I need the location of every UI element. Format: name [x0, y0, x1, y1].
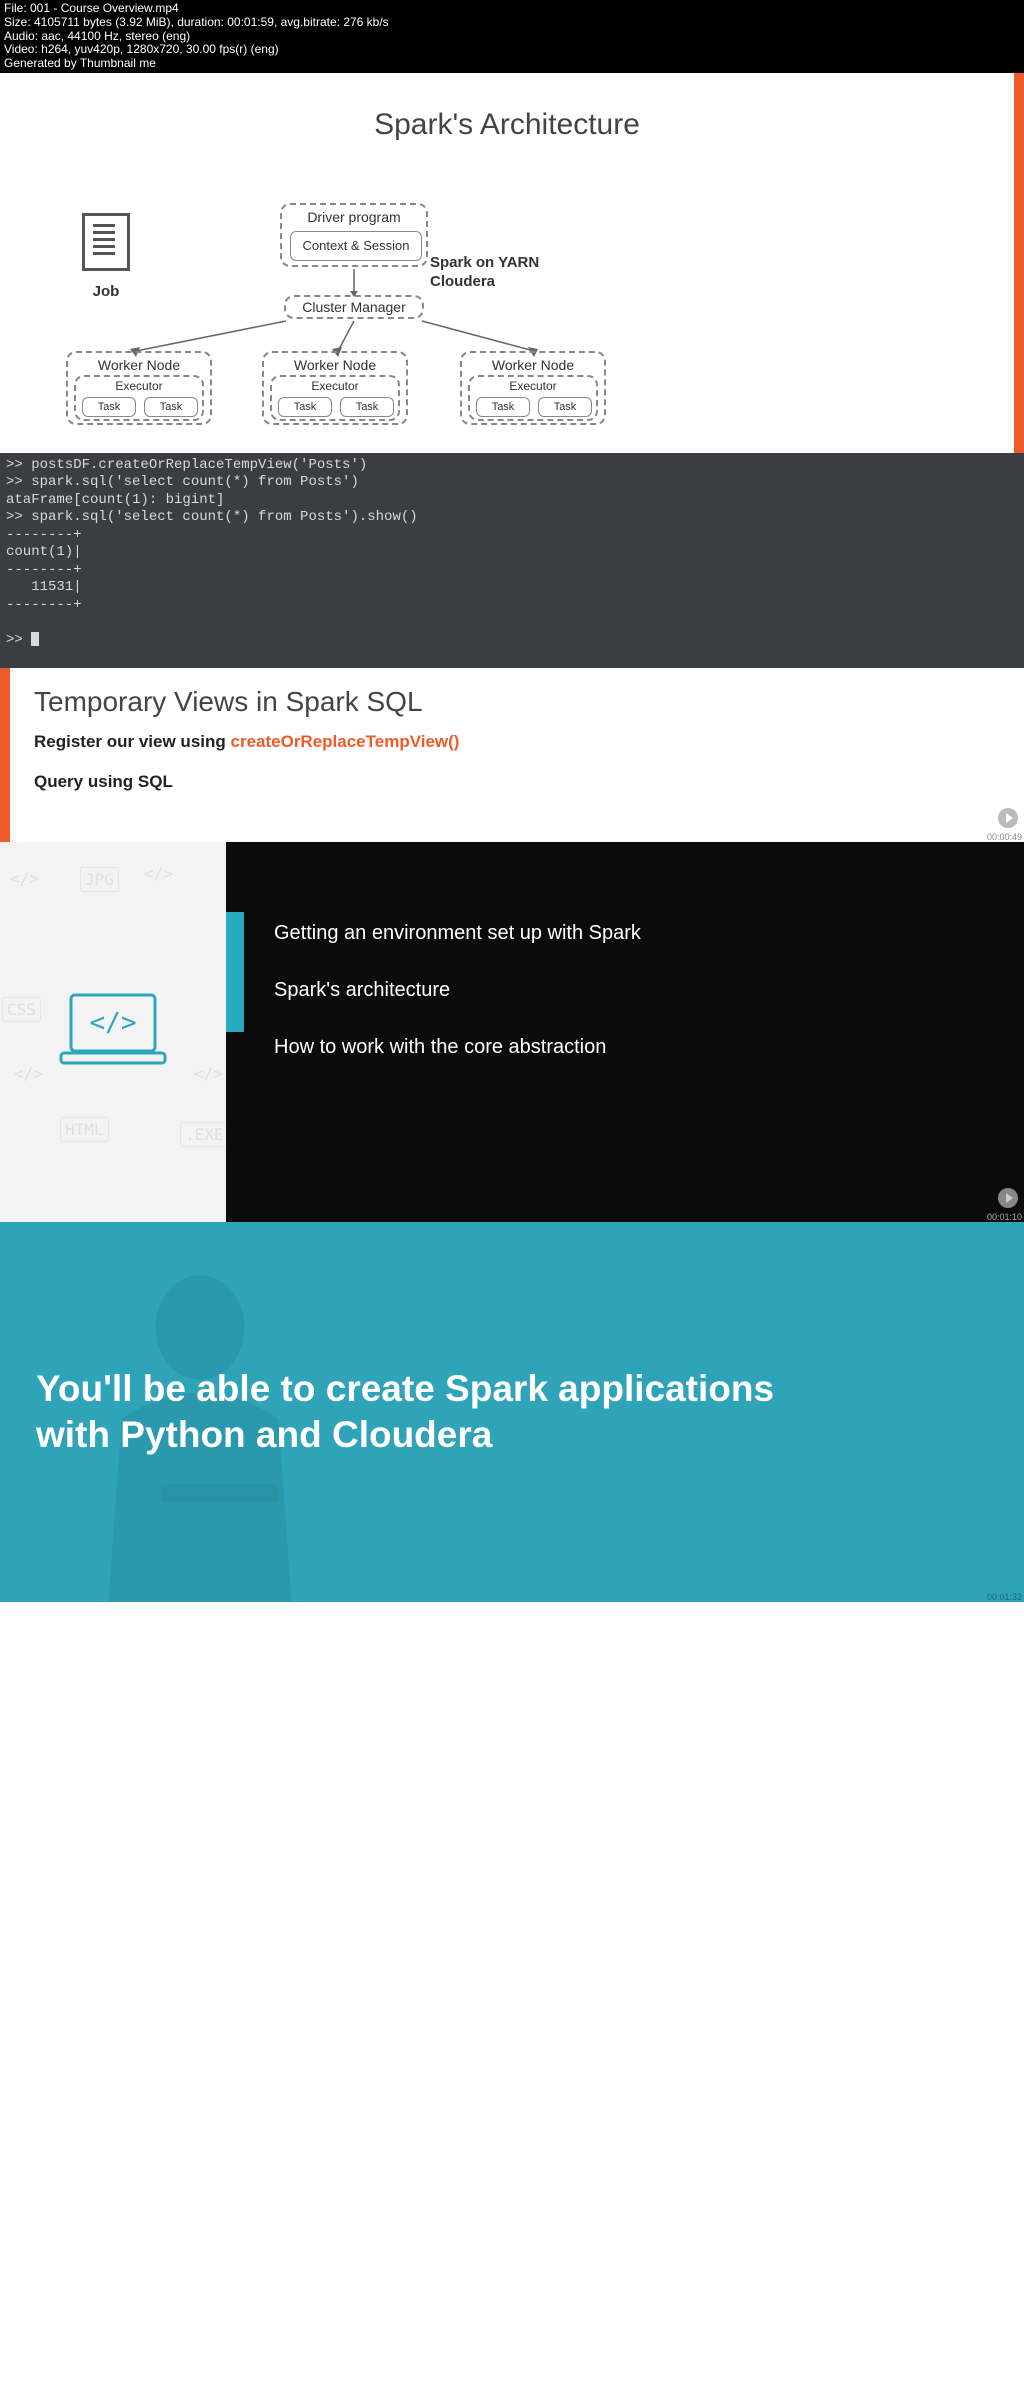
- terminal-cursor-icon: [31, 632, 39, 646]
- context-session-box: Context & Session: [290, 231, 422, 261]
- timestamp: 00:00:49: [987, 832, 1022, 842]
- worker-node-box-3: Worker Node Executor Task Task: [460, 351, 606, 425]
- executor-box-3: Executor Task Task: [468, 375, 598, 421]
- job-document-icon: [82, 213, 130, 271]
- sql-description: Temporary Views in Spark SQL Register ou…: [0, 668, 1024, 842]
- worker-node-box-2: Worker Node Executor Task Task: [262, 351, 408, 425]
- svg-text:</>: </>: [90, 1008, 137, 1038]
- topic-item-1: Getting an environment set up with Spark: [274, 922, 994, 945]
- timestamp: 00:01:32: [987, 1592, 1022, 1602]
- architecture-slide: Spark's Architecture Job Spark on YARN C…: [0, 73, 1024, 453]
- task-box: Task: [340, 397, 394, 417]
- topics-graphic-panel: JPG </> </> CSS </> </> HTML .EXE </>: [0, 842, 226, 1222]
- worker-node-box-1: Worker Node Executor Task Task: [66, 351, 212, 425]
- sql-line2: Query using SQL: [34, 772, 1000, 792]
- timestamp: 00:01:10: [987, 1212, 1022, 1222]
- task-box: Task: [538, 397, 592, 417]
- sql-title: Temporary Views in Spark SQL: [34, 686, 1000, 718]
- play-icon: [998, 1188, 1018, 1208]
- topic-item-2: Spark's architecture: [274, 979, 994, 1002]
- driver-program-box: Driver program Context & Session: [280, 203, 428, 267]
- task-box: Task: [278, 397, 332, 417]
- meta-generated: Generated by Thumbnail me: [4, 57, 1020, 71]
- executor-box-2: Executor Task Task: [270, 375, 400, 421]
- video-metadata-header: File: 001 - Course Overview.mp4 Size: 41…: [0, 0, 1024, 73]
- architecture-title: Spark's Architecture: [0, 73, 1014, 142]
- sql-slide: >> postsDF.createOrReplaceTempView('Post…: [0, 453, 1024, 842]
- topics-list: Getting an environment set up with Spark…: [226, 842, 1024, 1222]
- topics-slide: JPG </> </> CSS </> </> HTML .EXE </> Ge…: [0, 842, 1024, 1222]
- meta-video: Video: h264, yuv420p, 1280x720, 30.00 fp…: [4, 43, 1020, 57]
- play-icon: [998, 808, 1018, 828]
- topic-item-3: How to work with the core abstraction: [274, 1036, 994, 1059]
- outcome-text: You'll be able to create Spark applicati…: [36, 1366, 856, 1459]
- executor-box-1: Executor Task Task: [74, 375, 204, 421]
- terminal-output: >> postsDF.createOrReplaceTempView('Post…: [0, 453, 1024, 668]
- outcome-slide: You'll be able to create Spark applicati…: [0, 1222, 1024, 1602]
- sql-line1: Register our view using createOrReplaceT…: [34, 732, 1000, 752]
- meta-file: File: 001 - Course Overview.mp4: [4, 2, 1020, 16]
- laptop-code-icon: </>: [53, 987, 173, 1077]
- meta-audio: Audio: aac, 44100 Hz, stereo (eng): [4, 30, 1020, 44]
- task-box: Task: [82, 397, 136, 417]
- task-box: Task: [476, 397, 530, 417]
- meta-size: Size: 4105711 bytes (3.92 MiB), duration…: [4, 16, 1020, 30]
- task-box: Task: [144, 397, 198, 417]
